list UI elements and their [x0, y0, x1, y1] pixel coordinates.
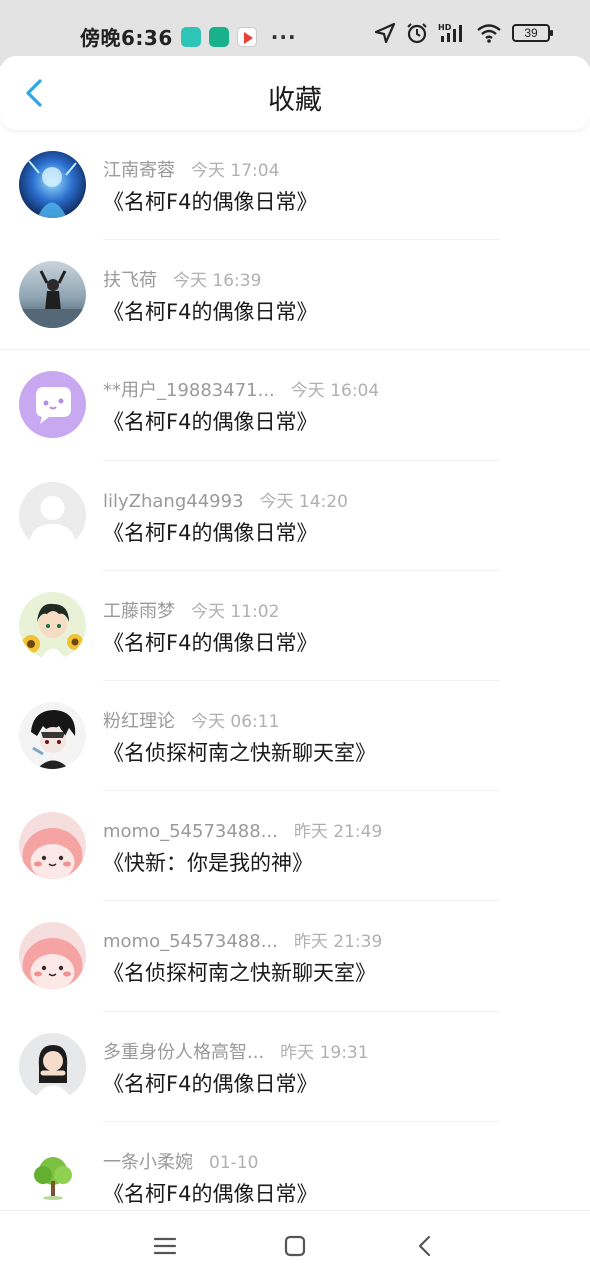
- page-title: 收藏: [268, 85, 322, 116]
- avatar[interactable]: [19, 481, 86, 549]
- app-notification-icon: [180, 26, 201, 47]
- avatar[interactable]: [19, 151, 86, 218]
- story-title[interactable]: 《名柯F4的偶像日常》: [103, 406, 317, 436]
- item-meta: **用户_19883471... 今天 16:04: [103, 376, 379, 402]
- username[interactable]: 多重身份人格高智...: [103, 1038, 264, 1064]
- list-item[interactable]: **用户_19883471... 今天 16:04 《名柯F4的偶像日常》: [0, 350, 590, 461]
- avatar[interactable]: [19, 812, 86, 880]
- item-meta: momo_54573488... 昨天 21:39: [103, 927, 382, 952]
- username[interactable]: momo_54573488...: [103, 821, 278, 842]
- favorites-list: 江南寄蓉 今天 17:04 《名柯F4的偶像日常》 扶飞荷 今天 16:39 《…: [0, 130, 590, 1232]
- username[interactable]: lilyZhang44993: [103, 491, 244, 512]
- list-item[interactable]: lilyZhang44993 今天 14:20 《名柯F4的偶像日常》: [0, 461, 590, 571]
- page-header: 收藏: [0, 56, 590, 130]
- username[interactable]: 江南寄蓉: [103, 156, 175, 182]
- story-title[interactable]: 《名侦探柯南之快新聊天室》: [103, 737, 376, 767]
- hd-signal-icon: HD: [438, 23, 462, 42]
- status-right: HD 39: [374, 22, 553, 44]
- timestamp: 昨天 21:39: [293, 932, 383, 953]
- story-title[interactable]: 《名侦探柯南之快新聊天室》: [103, 957, 376, 987]
- list-item[interactable]: 江南寄蓉 今天 17:04 《名柯F4的偶像日常》: [0, 130, 590, 241]
- timestamp: 今天 14:20: [259, 491, 348, 512]
- item-meta: lilyZhang44993 今天 14:20: [103, 487, 348, 512]
- username[interactable]: 一条小柔婉: [103, 1148, 193, 1174]
- item-meta: 扶飞荷 今天 16:39: [103, 266, 261, 292]
- list-item[interactable]: 工藤雨梦 今天 11:02 《名柯F4的偶像日常》: [0, 571, 590, 681]
- status-left: 傍晚6:36 ···: [80, 22, 297, 51]
- list-item[interactable]: 扶飞荷 今天 16:39 《名柯F4的偶像日常》: [0, 240, 590, 351]
- home-square-icon[interactable]: [280, 1231, 310, 1261]
- list-item[interactable]: momo_54573488... 昨天 21:39 《名侦探柯南之快新聊天室》: [0, 901, 590, 1012]
- timestamp: 今天 06:11: [191, 711, 280, 732]
- svg-text:HD: HD: [438, 23, 452, 32]
- system-nav-bar: [0, 1210, 590, 1280]
- timestamp: 今天 11:02: [191, 601, 280, 622]
- more-notifications-icon: ···: [270, 24, 297, 49]
- item-meta: 多重身份人格高智... 昨天 19:31: [103, 1038, 369, 1064]
- story-title[interactable]: 《名柯F4的偶像日常》: [103, 186, 317, 216]
- avatar[interactable]: [19, 701, 86, 769]
- timestamp: 01-10: [209, 1152, 259, 1173]
- avatar[interactable]: [19, 1142, 86, 1210]
- timestamp: 今天 16:04: [290, 381, 380, 402]
- story-title[interactable]: 《名柯F4的偶像日常》: [103, 1178, 317, 1208]
- item-meta: 粉红理论 今天 06:11: [103, 707, 279, 733]
- username[interactable]: 扶飞荷: [103, 266, 157, 292]
- list-item[interactable]: momo_54573488... 昨天 21:49 《快新：你是我的神》: [0, 791, 590, 902]
- avatar[interactable]: [19, 1032, 86, 1100]
- location-icon: [374, 22, 396, 44]
- battery-icon: 39: [512, 24, 553, 42]
- story-title[interactable]: 《名柯F4的偶像日常》: [103, 1068, 317, 1098]
- story-title[interactable]: 《快新：你是我的神》: [103, 847, 313, 877]
- avatar[interactable]: [19, 922, 86, 990]
- home-app-icon: [208, 26, 229, 47]
- avatar[interactable]: [19, 261, 86, 329]
- alarm-icon: [407, 23, 427, 44]
- timestamp: 今天 16:39: [173, 271, 262, 292]
- story-title[interactable]: 《名柯F4的偶像日常》: [103, 627, 317, 657]
- story-title[interactable]: 《名柯F4的偶像日常》: [103, 296, 317, 326]
- username[interactable]: 粉红理论: [103, 707, 175, 733]
- avatar[interactable]: [19, 371, 86, 439]
- username[interactable]: momo_54573488...: [103, 931, 278, 952]
- timestamp: 今天 17:04: [191, 161, 280, 181]
- username[interactable]: 工藤雨梦: [103, 597, 175, 623]
- menu-icon[interactable]: [150, 1231, 180, 1261]
- list-item[interactable]: 粉红理论 今天 06:11 《名侦探柯南之快新聊天室》: [0, 681, 590, 792]
- timestamp: 昨天 21:49: [293, 822, 383, 843]
- item-meta: 工藤雨梦 今天 11:02: [103, 597, 279, 623]
- item-meta: 江南寄蓉 今天 17:04: [103, 156, 279, 182]
- list-item[interactable]: 多重身份人格高智... 昨天 19:31 《名柯F4的偶像日常》: [0, 1012, 590, 1122]
- wifi-icon: [477, 24, 501, 43]
- avatar[interactable]: [19, 591, 86, 659]
- story-title[interactable]: 《名柯F4的偶像日常》: [103, 517, 317, 547]
- back-triangle-icon[interactable]: [410, 1231, 440, 1261]
- item-meta: momo_54573488... 昨天 21:49: [103, 817, 382, 842]
- username[interactable]: **用户_19883471...: [103, 376, 275, 402]
- timestamp: 昨天 19:31: [280, 1042, 369, 1063]
- play-store-icon: [236, 26, 257, 47]
- status-time: 傍晚6:36: [80, 26, 173, 50]
- item-meta: 一条小柔婉 01-10: [103, 1148, 258, 1174]
